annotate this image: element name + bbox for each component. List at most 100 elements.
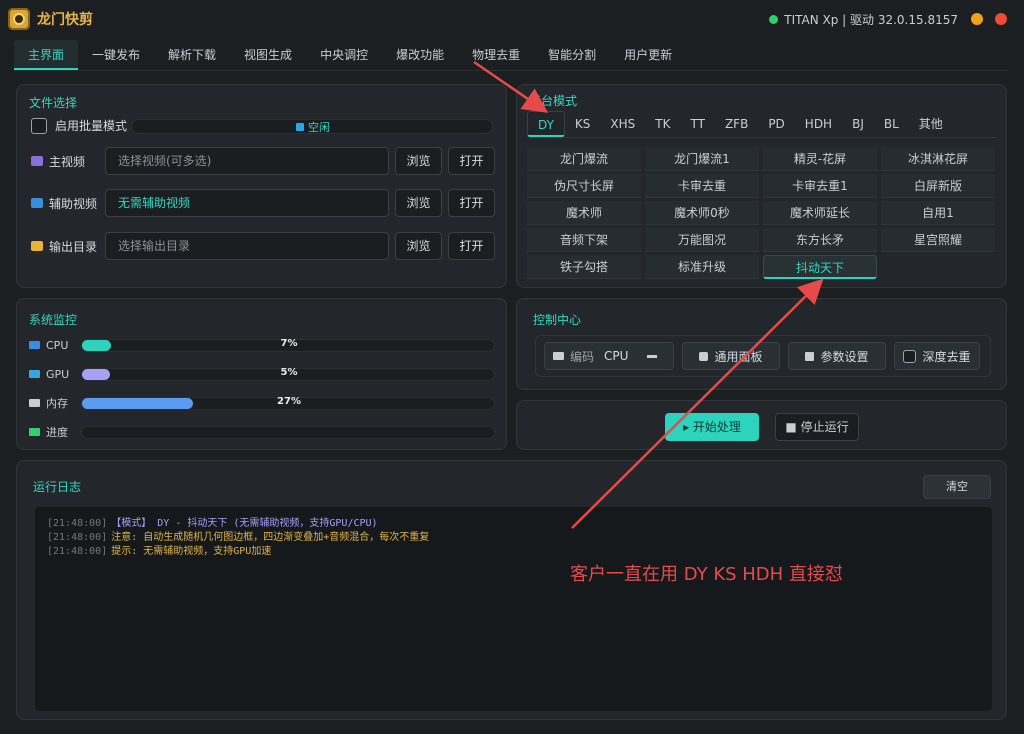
output-dir-browse-button[interactable]: 浏览 [395,232,442,260]
platform-divider [527,137,997,138]
idle-label: 空闲 [308,121,330,134]
params-button[interactable]: 参数设置 [788,342,886,370]
mode-button-0[interactable]: 龙门爆流 [527,147,641,171]
monitor-row-1: GPU 5% [29,366,495,382]
aux-video-open-button[interactable]: 打开 [448,189,495,217]
aux-video-browse-button[interactable]: 浏览 [395,189,442,217]
output-dir-input[interactable]: 选择输出目录 [105,232,389,260]
mode-button-4[interactable]: 伪尺寸长屏 [527,174,641,198]
encode-value: CPU [604,349,629,363]
platform-tab-1[interactable]: KS [565,111,601,137]
monitor-panel: 系统监控 CPU 7% GPU 5% 内存 27% 进度 [16,298,507,450]
close-button[interactable] [995,13,1007,25]
mode-button-9[interactable]: 魔术师0秒 [645,201,759,225]
aux-video-label-wrap: 辅助视频 [31,195,105,212]
stop-label: 停止运行 [800,420,849,434]
app-logo-icon [8,8,30,30]
mode-button-1[interactable]: 龙门爆流1 [645,147,759,171]
file-panel-title: 文件选择 [29,96,78,110]
monitor-percent: 5% [280,366,298,378]
platform-tab-8[interactable]: BJ [842,111,874,137]
control-toolbar: 编码 CPU 通用面板 参数设置 深度去重 [535,335,991,377]
mode-button-6[interactable]: 卡审去重1 [763,174,877,198]
monitor-label-wrap: CPU [29,339,81,352]
general-panel-label: 通用面板 [714,349,763,364]
tab-view-gen[interactable]: 视图生成 [230,40,306,70]
platform-tab-2[interactable]: XHS [600,111,645,137]
monitor-label: GPU [46,367,70,381]
platform-tab-9[interactable]: BL [874,111,909,137]
encode-select[interactable]: 编码 CPU [544,342,674,370]
monitor-icon [29,428,40,436]
deep-dedup-checkbox[interactable] [903,349,917,363]
platform-tab-0[interactable]: DY [527,111,565,137]
monitor-label: CPU [46,338,69,352]
mode-button-12[interactable]: 音频下架 [527,228,641,252]
monitor-icon [29,370,40,378]
main-video-browse-button[interactable]: 浏览 [395,147,442,175]
clear-log-button[interactable]: 清空 [923,475,991,499]
mode-button-13[interactable]: 万能图况 [645,228,759,252]
mode-button-8[interactable]: 魔术师 [527,201,641,225]
gpu-status: TITAN Xp | 驱动 32.0.15.8157 [769,11,958,28]
platform-tab-7[interactable]: HDH [795,111,842,137]
tab-update[interactable]: 用户更新 [610,40,686,70]
tab-split[interactable]: 智能分割 [534,40,610,70]
mode-button-11[interactable]: 自用1 [881,201,995,225]
tab-dedup[interactable]: 物理去重 [458,40,534,70]
mode-button-7[interactable]: 白屏新版 [881,174,995,198]
start-label: 开始处理 [692,420,741,434]
stop-button[interactable]: ■ 停止运行 [775,413,859,441]
main-video-open-button[interactable]: 打开 [448,147,495,175]
log-line: [21:48:00] 【模式】 DY - 抖动天下 (无需辅助视频，支持GPU/C… [47,517,980,531]
params-label: 参数设置 [820,349,869,364]
settings-icon [805,351,815,361]
platform-tabs: DY KS XHS TK TT ZFB PD HDH BJ BL 其他 [527,111,953,137]
log-text: 【模式】 DY - 抖动天下 (无需辅助视频，支持GPU/CPU) [111,518,378,529]
main-video-input[interactable]: 选择视频(可多选) [105,147,389,175]
monitor-percent: 27% [277,395,301,407]
mode-button-3[interactable]: 冰淇淋花屏 [881,147,995,171]
monitor-label: 内存 [46,397,68,410]
tab-central[interactable]: 中央调控 [306,40,382,70]
deep-dedup-toggle[interactable]: 深度去重 [894,342,980,370]
monitor-panel-title: 系统监控 [29,313,78,327]
dropdown-icon [647,355,657,358]
mode-button-16[interactable]: 铁子勾搭 [527,255,641,279]
platform-tab-10[interactable]: 其他 [909,111,953,137]
tab-main[interactable]: 主界面 [14,40,79,70]
monitor-label: 进度 [46,426,68,439]
tab-remix[interactable]: 爆改功能 [382,40,458,70]
platform-tab-3[interactable]: TK [645,111,680,137]
output-dir-open-button[interactable]: 打开 [448,232,495,260]
minimize-button[interactable] [971,13,983,25]
mode-button-15[interactable]: 星宫照耀 [881,228,995,252]
mode-button-2[interactable]: 精灵-花屏 [763,147,877,171]
mode-grid: 龙门爆流 龙门爆流1 精灵-花屏 冰淇淋花屏 伪尺寸长屏 卡审去重 卡审去重1 白屏新版 魔术师… [527,147,995,279]
mode-button-14[interactable]: 东方长矛 [763,228,877,252]
mode-button-17[interactable]: 标准升级 [645,255,759,279]
mode-button-10[interactable]: 魔术师延长 [763,201,877,225]
monitor-label-wrap: GPU [29,368,81,381]
platform-tab-6[interactable]: PD [758,111,794,137]
file-panel: 文件选择 启用批量模式 空闲 主视频 选择视频(可多选) 浏览 打开 辅助视频 … [16,84,507,288]
general-panel-button[interactable]: 通用面板 [682,342,780,370]
main-video-row: 主视频 选择视频(可多选) 浏览 打开 [31,147,495,175]
monitor-row-3: 进度 [29,424,495,440]
tab-download[interactable]: 解析下载 [154,40,230,70]
platform-tab-4[interactable]: TT [681,111,715,137]
platform-tab-5[interactable]: ZFB [715,111,758,137]
batch-mode-checkbox[interactable] [31,117,47,134]
start-button[interactable]: ▸ 开始处理 [665,413,759,441]
monitor-track: 5% [81,366,495,381]
tab-publish[interactable]: 一键发布 [78,40,154,70]
mode-button-18[interactable]: 抖动天下 [763,255,877,279]
status-dot-icon [769,15,779,24]
video-icon [31,156,43,166]
batch-mode-row[interactable]: 启用批量模式 [31,117,127,134]
mode-button-5[interactable]: 卡审去重 [645,174,759,198]
main-tabs: 主界面 一键发布 解析下载 视图生成 中央调控 爆改功能 物理去重 智能分割 用… [14,40,686,70]
idle-status: 空闲 [296,119,330,135]
chip-icon [553,352,564,360]
aux-video-input[interactable]: 无需辅助视频 [105,189,389,217]
